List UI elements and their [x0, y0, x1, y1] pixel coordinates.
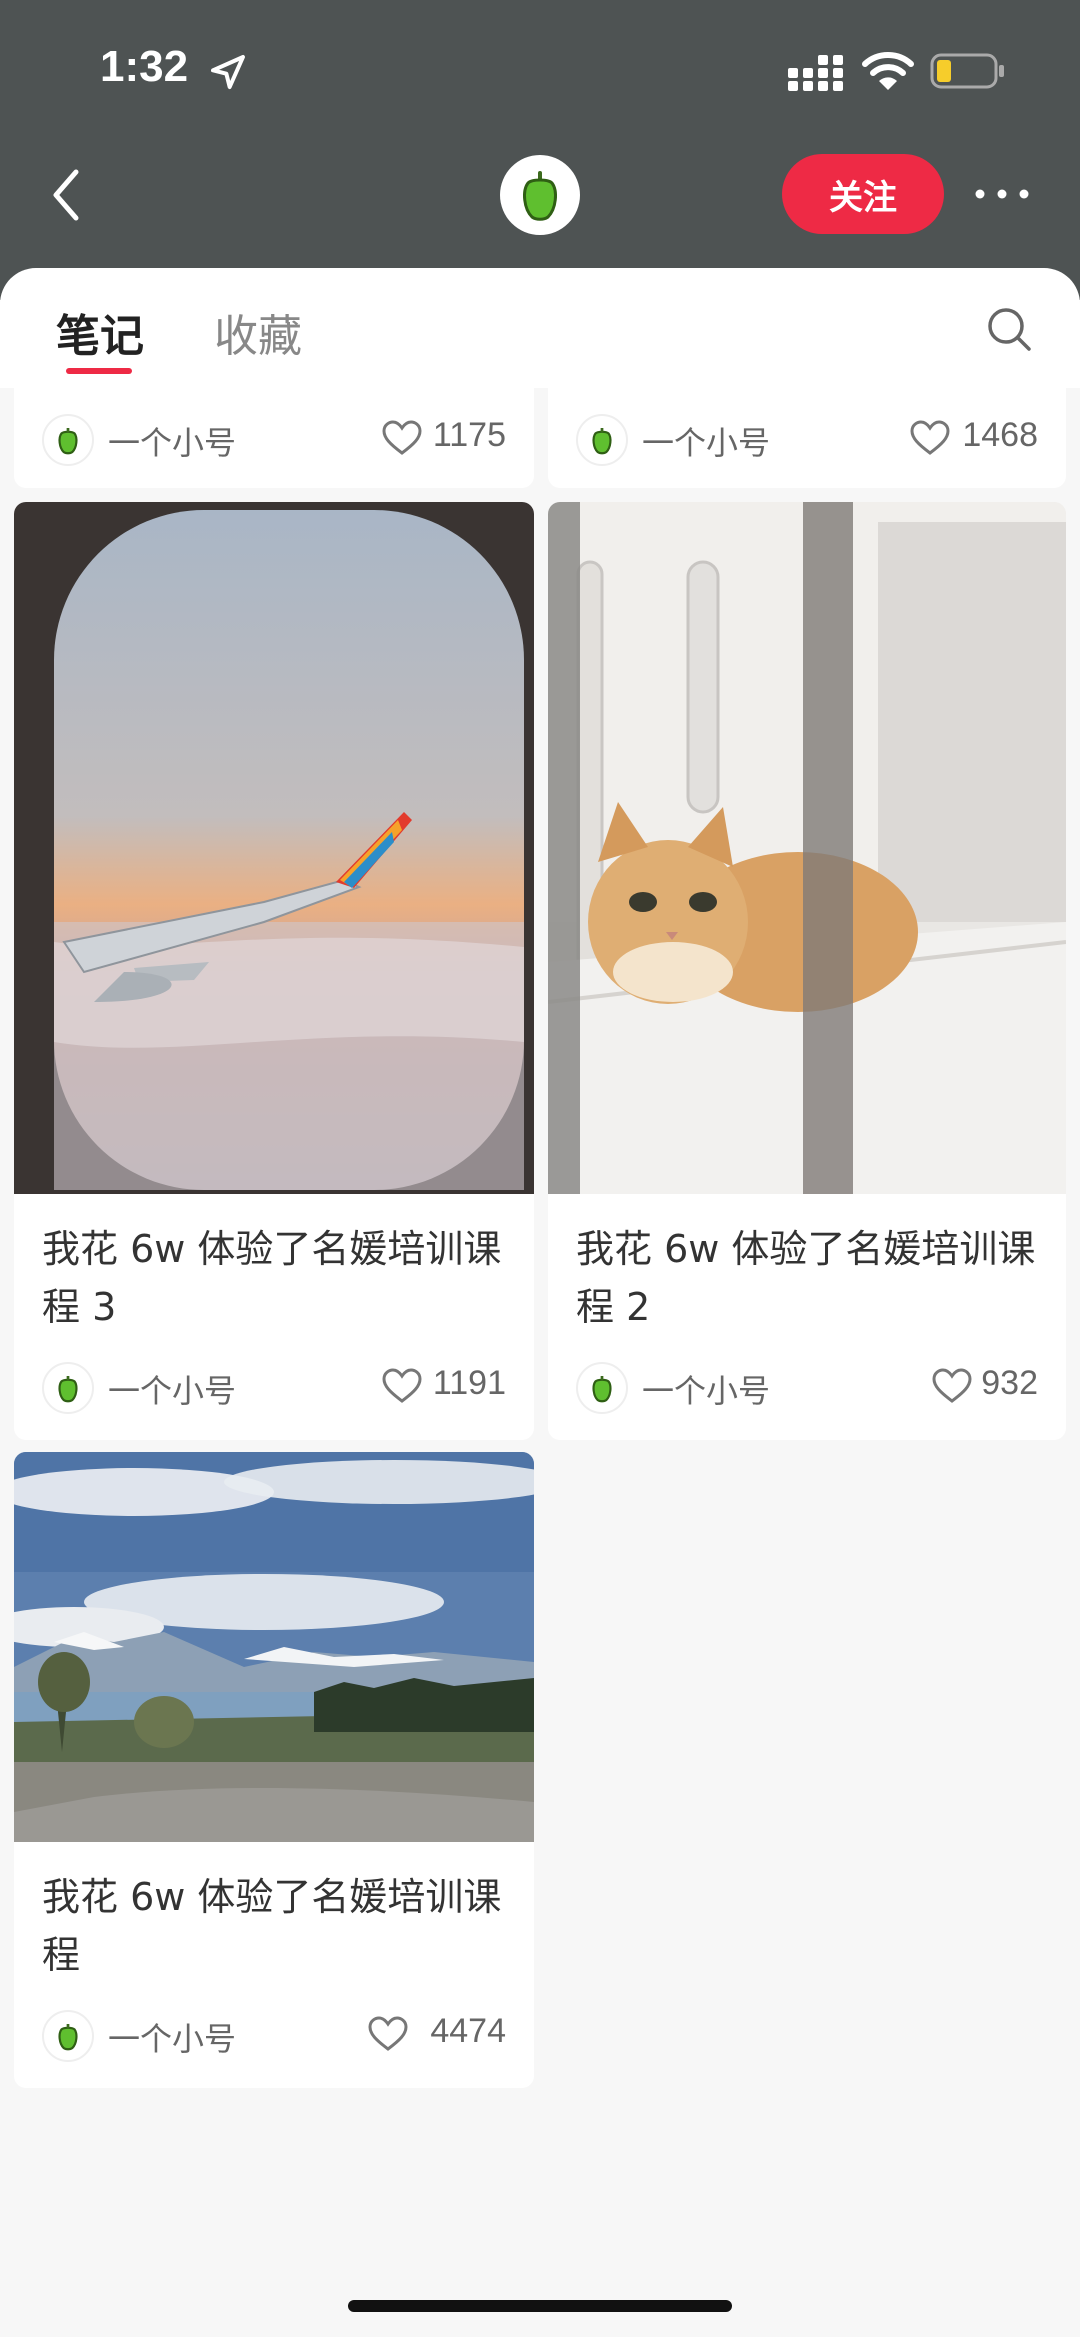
author-name: 一个小号 — [642, 1372, 771, 1410]
like-count: 932 — [981, 1364, 1038, 1402]
tab-notes[interactable]: 笔记 — [56, 300, 144, 364]
tab-bar — [0, 268, 1080, 388]
like-count: 1191 — [432, 1364, 506, 1402]
heart-icon[interactable] — [932, 1368, 972, 1404]
search-icon[interactable] — [984, 304, 1034, 354]
author-avatar — [42, 2010, 94, 2062]
like-count: 4474 — [430, 2012, 506, 2050]
author-avatar — [42, 414, 94, 466]
note-card[interactable]: 一个小号 1175 — [14, 388, 534, 488]
pepper-avatar-icon — [592, 1376, 612, 1403]
heart-icon[interactable] — [910, 420, 950, 456]
pepper-avatar-icon — [58, 2024, 78, 2051]
author-name: 一个小号 — [642, 424, 771, 462]
pepper-avatar-icon — [58, 428, 78, 455]
cat-image — [548, 502, 1066, 1194]
tab-favorites[interactable]: 收藏 — [214, 300, 302, 364]
note-title: 我花 6w 体验了名媛培训课程 3 — [42, 1227, 502, 1329]
heart-icon[interactable] — [382, 420, 422, 456]
author-avatar — [576, 414, 628, 466]
follow-button[interactable]: 关注 — [782, 154, 944, 234]
more-icon[interactable] — [972, 176, 1032, 212]
home-indicator — [348, 2300, 732, 2312]
back-arrow-icon[interactable] — [40, 160, 96, 230]
note-title: 我花 6w 体验了名媛培训课程 — [42, 1875, 502, 1977]
author-name: 一个小号 — [108, 1372, 237, 1410]
author-name: 一个小号 — [108, 2020, 237, 2058]
like-count: 1175 — [432, 416, 506, 454]
author-name: 一个小号 — [108, 424, 237, 462]
heart-icon[interactable] — [382, 1368, 422, 1404]
active-tab-indicator — [66, 368, 132, 374]
note-card[interactable]: 一个小号 1468 — [548, 388, 1066, 488]
pepper-avatar-icon — [592, 428, 612, 455]
location-arrow-icon — [211, 55, 245, 89]
pepper-avatar-icon — [58, 1376, 78, 1403]
author-avatar — [576, 1362, 628, 1414]
signal-icon — [788, 55, 843, 91]
note-title: 我花 6w 体验了名媛培训课程 2 — [576, 1227, 1036, 1329]
lake-landscape-image — [14, 1452, 534, 1842]
pepper-avatar-icon — [523, 171, 557, 221]
note-card[interactable]: 我花 6w 体验了名媛培训课程 2 一个小号 932 — [548, 502, 1066, 1440]
airplane-window-image — [14, 502, 534, 1194]
battery-icon — [930, 53, 1004, 89]
author-avatar — [42, 1362, 94, 1414]
like-count: 1468 — [962, 416, 1038, 454]
note-card[interactable]: 我花 6w 体验了名媛培训课程 一个小号 4474 — [14, 1452, 534, 2088]
heart-icon[interactable] — [368, 2016, 408, 2052]
user-avatar[interactable] — [500, 155, 580, 235]
wifi-icon — [862, 52, 914, 90]
status-time: 1:32 — [100, 42, 189, 91]
note-card[interactable]: 我花 6w 体验了名媛培训课程 3 一个小号 1191 — [14, 502, 534, 1440]
